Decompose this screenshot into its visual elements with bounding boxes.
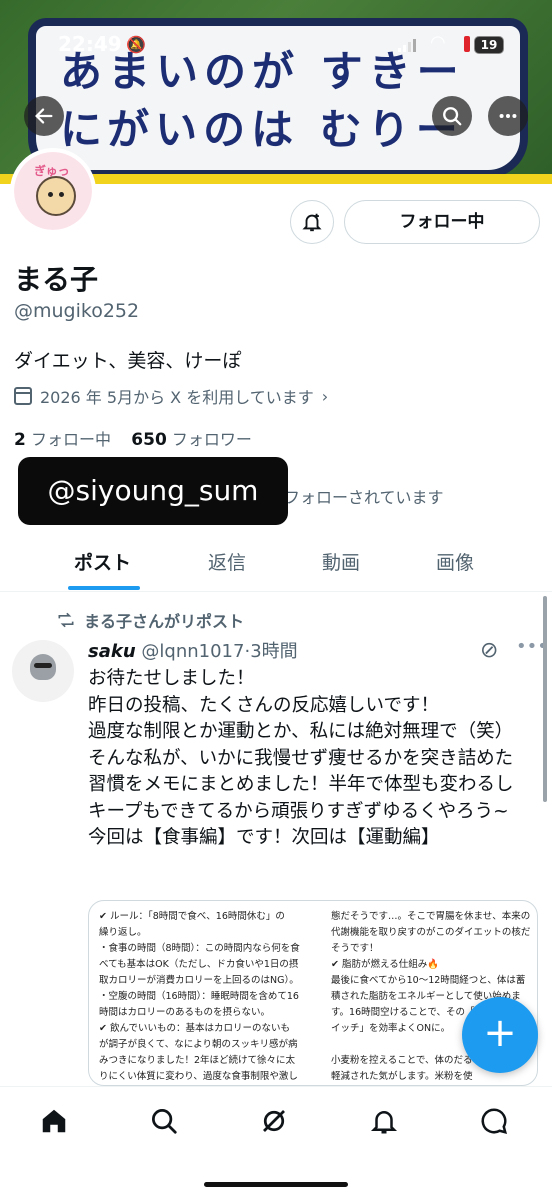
post-time[interactable]: 3時間 bbox=[250, 641, 297, 662]
joined-date[interactable]: 2026 年 5月から X を利用しています › bbox=[14, 384, 328, 408]
more-options-button[interactable] bbox=[488, 96, 528, 136]
chevron-right-icon: › bbox=[321, 386, 329, 406]
repost-label: まる子さんがリポスト bbox=[84, 612, 245, 631]
profile-bio: ダイエット、美容、けーぽ bbox=[14, 350, 242, 372]
nav-notifications[interactable] bbox=[364, 1101, 404, 1141]
wifi-icon: ◠ bbox=[430, 32, 446, 53]
plus-icon: + bbox=[483, 1010, 517, 1056]
joined-text: 2026 年 5月から X を利用しています bbox=[40, 388, 314, 407]
avatar-image: ぎゅっ bbox=[14, 152, 92, 230]
silent-bell-icon: 🔕 bbox=[126, 35, 146, 54]
more-horizontal-icon bbox=[499, 113, 517, 119]
tab-videos[interactable]: 動画 bbox=[322, 548, 360, 575]
repost-context[interactable]: まる子さんがリポスト bbox=[56, 608, 244, 632]
search-icon bbox=[443, 107, 462, 126]
active-tab-indicator bbox=[68, 586, 140, 590]
post-header: saku @lqnn1017·3時間 bbox=[88, 641, 298, 662]
nav-search[interactable] bbox=[144, 1101, 184, 1141]
follow-stats: 2 フォロー中 650 フォロワー bbox=[14, 426, 252, 450]
robot-illustration bbox=[30, 654, 56, 680]
followed-by-text: フォローされています bbox=[284, 488, 444, 507]
post-author-name[interactable]: saku bbox=[88, 641, 136, 662]
followers-label: フォロワー bbox=[171, 430, 252, 449]
following-label: フォロー中 bbox=[30, 430, 111, 449]
profile-banner[interactable]: あまいのが すきー にがいのは むりー bbox=[0, 0, 552, 184]
back-button[interactable] bbox=[24, 96, 64, 136]
followers-count: 650 bbox=[131, 430, 167, 450]
tab-posts[interactable]: ポスト bbox=[74, 548, 131, 575]
home-icon bbox=[42, 1109, 66, 1133]
following-count: 2 bbox=[14, 430, 26, 450]
signal-icon bbox=[398, 39, 416, 52]
battery-icon: 19 bbox=[474, 36, 504, 54]
calendar-icon bbox=[14, 387, 32, 405]
messages-icon bbox=[481, 1108, 508, 1135]
search-icon bbox=[152, 1109, 177, 1134]
hamster-illustration bbox=[36, 176, 76, 216]
nav-grok[interactable] bbox=[254, 1101, 294, 1141]
post-image-text-left: ✔ ルール：「8時間で食べ、16時間休む」の 繰り返し。 ・食事の時間（8時間）… bbox=[99, 911, 300, 1082]
profile-display-name: まる子 bbox=[14, 263, 99, 296]
profile-avatar[interactable]: ぎゅっ bbox=[10, 148, 96, 234]
bell-plus-icon bbox=[302, 213, 322, 232]
nav-home[interactable] bbox=[34, 1101, 74, 1141]
recording-indicator bbox=[464, 36, 470, 52]
home-indicator bbox=[204, 1182, 348, 1187]
nav-messages[interactable] bbox=[474, 1101, 514, 1141]
notifications-subscribe-button[interactable] bbox=[290, 200, 334, 244]
status-bar: 22:49 🔕 ◠ 19 bbox=[0, 32, 552, 60]
grok-icon bbox=[263, 1110, 285, 1132]
status-time: 22:49 bbox=[58, 32, 122, 56]
scrollbar[interactable] bbox=[543, 596, 547, 802]
arrow-left-icon bbox=[35, 108, 53, 124]
profile-tabs: ポスト 返信 動画 画像 bbox=[0, 540, 552, 592]
repost-icon bbox=[58, 612, 74, 628]
following-link[interactable]: 2 フォロー中 bbox=[14, 430, 111, 450]
tab-replies[interactable]: 返信 bbox=[208, 548, 246, 575]
banner-text-line2: にがいのは むりー bbox=[60, 105, 464, 154]
search-button[interactable] bbox=[432, 96, 472, 136]
compose-post-button[interactable]: + bbox=[462, 997, 538, 1073]
tab-images[interactable]: 画像 bbox=[436, 548, 474, 575]
watermark-overlay: @siyoung_sum bbox=[18, 457, 288, 525]
grok-icon[interactable]: ⊘ bbox=[480, 638, 498, 663]
post-author-handle[interactable]: @lqnn1017 bbox=[141, 641, 244, 662]
post-text: お待たせしました！ 昨日の投稿、たくさんの反応嬉しいです！ 過度な制限とか運動と… bbox=[88, 668, 514, 848]
following-button[interactable]: フォロー中 bbox=[344, 200, 540, 244]
post-author-avatar[interactable] bbox=[12, 640, 74, 702]
notifications-icon bbox=[370, 1111, 398, 1134]
profile-handle: @mugiko252 bbox=[14, 300, 140, 322]
followers-link[interactable]: 650 フォロワー bbox=[131, 430, 252, 450]
